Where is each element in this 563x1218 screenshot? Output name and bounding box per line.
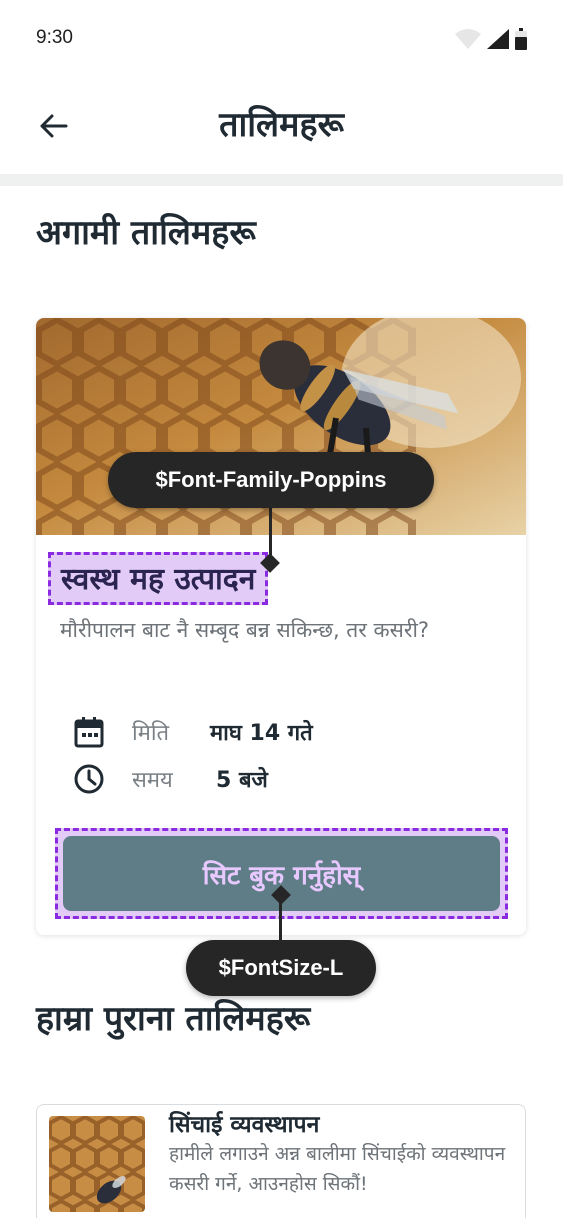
status-icons: [455, 28, 527, 50]
status-bar: 9:30: [0, 0, 563, 78]
upcoming-section-title: अगामी तालिमहरू: [36, 213, 256, 253]
battery-icon: [515, 28, 527, 50]
past-training-card[interactable]: सिंचाई व्यवस्थापन हामीले लगाउने अन्न बाल…: [36, 1104, 526, 1218]
clock-icon: [74, 764, 104, 794]
date-value: माघ 14 गते: [210, 721, 313, 746]
card-title-highlight: स्वस्थ मह उत्पादन: [48, 552, 269, 605]
font-size-annotation: $FontSize-L: [186, 940, 376, 996]
past-card-title: सिंचाई व्यवस्थापन: [169, 1112, 320, 1138]
app-bar: तालिमहरू: [0, 78, 563, 174]
card-description: मौरीपालन बाट नै सम्बृद बन्न सकिन्छ, तर क…: [60, 618, 430, 642]
wifi-icon: [455, 29, 481, 49]
status-time: 9:30: [36, 27, 73, 48]
past-section-title: हाम्रा पुराना तालिमहरू: [36, 999, 311, 1039]
date-label: मिति: [132, 721, 170, 746]
upcoming-training-card[interactable]: स्वस्थ मह उत्पादन मौरीपालन बाट नै सम्बृद…: [36, 318, 526, 935]
font-family-annotation: $Font-Family-Poppins: [108, 452, 434, 508]
card-title: स्वस्थ मह उत्पादन: [61, 562, 256, 597]
date-row: मिति माघ 14 गते: [74, 716, 313, 748]
past-card-description: हामीले लगाउने अन्न बालीमा सिंचाईको व्यवस…: [169, 1143, 506, 1195]
past-card-image: [49, 1116, 145, 1212]
time-label: समय: [132, 768, 173, 793]
page-title: तालिमहरू: [219, 105, 344, 145]
time-value: 5 बजे: [216, 768, 268, 793]
section-divider: [0, 174, 563, 186]
calendar-icon: [74, 717, 104, 748]
time-row: समय 5 बजे: [74, 764, 268, 794]
signal-icon: [487, 29, 509, 49]
